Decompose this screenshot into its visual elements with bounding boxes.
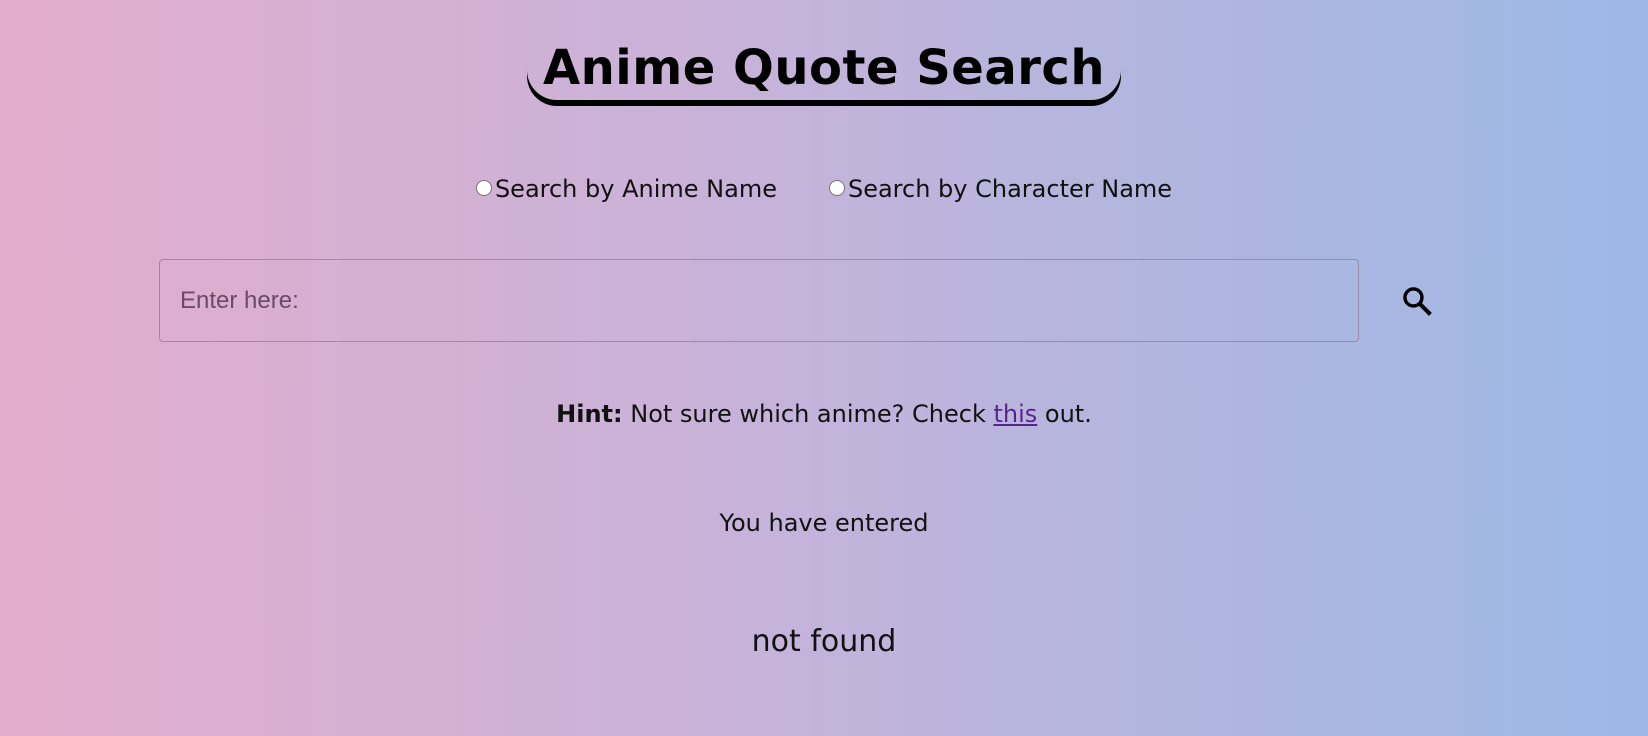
search-icon (1403, 287, 1432, 316)
result-text: not found (751, 624, 897, 659)
radio-button-anime[interactable] (475, 180, 492, 196)
search-by-character-label[interactable]: Search by Character Name (848, 174, 1172, 204)
hint-label: Hint: (556, 400, 623, 428)
search-by-anime-radio[interactable]: Search by Anime Name (475, 174, 777, 204)
search-input[interactable] (159, 259, 1359, 342)
hint-line: Hint: Not sure which anime? Check this o… (0, 398, 1648, 430)
search-by-anime-label[interactable]: Search by Anime Name (495, 174, 777, 204)
search-by-character-radio[interactable]: Search by Character Name (828, 174, 1172, 204)
hint-link[interactable]: this (993, 400, 1037, 428)
search-mode-group: Search by Anime Name Search by Character… (0, 174, 1648, 204)
search-button[interactable] (1400, 284, 1434, 318)
page-title: Anime Quote Search (527, 38, 1121, 100)
hint-text-before: Not sure which anime? Check (622, 400, 994, 428)
hint-text-after: out. (1037, 400, 1092, 428)
entered-text: You have entered (719, 509, 929, 537)
title-container: Anime Quote Search (0, 38, 1648, 100)
radio-button-character[interactable] (828, 180, 845, 196)
